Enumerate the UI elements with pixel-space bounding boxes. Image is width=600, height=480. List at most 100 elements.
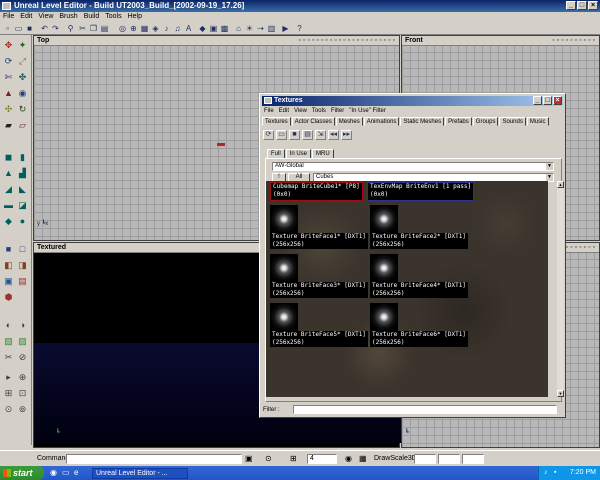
clock[interactable]: 7:20 PM [570,469,596,476]
tab-music[interactable]: Music [526,117,549,126]
brush-rotate-icon[interactable]: ⟳ [2,55,15,67]
menu-tools[interactable]: Tools [105,12,121,22]
minimize-button[interactable]: _ [533,96,542,105]
tab-groups[interactable]: Groups [472,117,499,126]
tab-static-meshes[interactable]: Static Meshes [400,117,445,126]
tb-menu-view[interactable]: View [294,107,307,115]
music-browser-icon[interactable]: ♫ [173,24,182,33]
drawscale-x-input[interactable] [414,454,436,464]
tb-menu-inuse-filter[interactable]: "In Use" Filter [349,107,386,115]
minimize-button[interactable]: _ [566,1,576,10]
cube-brush-icon[interactable]: ◼ [2,151,15,163]
menu-view[interactable]: View [38,12,53,22]
texture-thumbnail[interactable] [270,303,298,331]
search-icon[interactable]: ⚲ [66,24,75,33]
texture-thumbnail[interactable] [370,254,398,282]
task-item-unreal-editor[interactable]: Unreal Level Editor - ... [92,468,188,479]
add-mover-icon[interactable]: ▣ [2,275,15,287]
record-icon[interactable]: ◉ [345,454,352,463]
cone-brush-icon[interactable]: ▲ [2,167,15,179]
curved-stairs-icon[interactable]: ◢ [2,183,15,195]
static-mesh-icon[interactable]: ◆ [198,24,207,33]
save-package-icon[interactable]: ■ [289,130,300,140]
copy-icon[interactable]: ❐ [89,24,98,33]
matinee-icon[interactable]: ◉ [16,87,29,99]
brush-marker[interactable] [217,143,225,146]
build-geometry-icon[interactable]: ⌂ [234,24,243,33]
texture-thumbnail[interactable] [370,303,398,331]
tab-prefabs[interactable]: Prefabs [445,117,472,126]
brush-clip-icon[interactable]: ✄ [2,71,15,83]
texture-label[interactable]: Texture BriteFace4* [DXT1] (256x256) [370,282,468,298]
rotation-snap-icon[interactable]: ⊙ [2,403,15,415]
grid-size-select[interactable]: 4 [307,454,337,464]
intersect-icon[interactable]: ◧ [2,259,15,271]
tab-meshes[interactable]: Meshes [335,117,363,126]
chevron-down-icon[interactable]: ▼ [546,174,553,181]
texture-label[interactable]: Texture BriteFace1* [DXT1] (256x256) [270,233,368,249]
sound-browser-icon[interactable]: ♪ [162,24,171,33]
volumetric-brush-icon[interactable]: ◪ [16,199,29,211]
menu-build[interactable]: Build [84,12,100,22]
menu-edit[interactable]: Edit [20,12,32,22]
scroll-down-icon[interactable]: ▼ [557,390,564,397]
tab-actor-classes[interactable]: Actor Classes [291,117,335,126]
back-icon[interactable]: ◂◂ [328,130,339,140]
vertex-edit-icon[interactable]: ✦ [16,39,29,51]
tab-textures[interactable]: Textures [262,117,291,126]
tb-menu-file[interactable]: File [264,107,274,115]
texture-pan-icon[interactable]: ✣ [2,103,15,115]
chevron-down-icon[interactable]: ▼ [546,163,553,170]
spiral-stairs-icon[interactable]: ◣ [16,183,29,195]
group-icon[interactable]: ▩ [220,24,229,33]
command-input[interactable] [66,454,242,464]
polygon-icon[interactable]: ▰ [2,119,15,131]
snap-toggle-icon[interactable]: ⊞ [290,454,297,463]
hide-selected-icon[interactable]: ◐ [2,319,15,331]
browser-quicklaunch-icon[interactable]: e [74,468,78,477]
snap-icon[interactable]: ⊡ [16,387,29,399]
camera-speed-icon[interactable]: ▸ [2,371,15,383]
menu-file[interactable]: File [3,12,14,22]
show-all-icon[interactable]: ◑ [16,319,29,331]
open-map-icon[interactable]: ▭ [14,24,23,33]
grid-icon[interactable]: ⊞ [2,387,15,399]
speaker-icon[interactable]: ♪ [544,466,548,480]
properties-icon[interactable]: ▤ [302,130,313,140]
cut-icon[interactable]: ✂ [78,24,87,33]
drawscale-z-input[interactable] [462,454,484,464]
build-lighting-icon[interactable]: ☀ [245,24,254,33]
texture-label[interactable]: Texture BriteFace3* [DXT1] (256x256) [270,282,368,298]
filter-input[interactable] [293,405,557,414]
face-drag-icon[interactable]: ✤ [16,71,29,83]
viewport-mode-icons[interactable]: ▫▫▫▫▫▫▫▫▫▫ [552,36,597,46]
open-package-icon[interactable]: ▭ [276,130,287,140]
camera-icon[interactable]: ▦ [359,454,367,463]
tb-menu-tools[interactable]: Tools [312,107,326,115]
refresh-icon[interactable]: ⟳ [263,130,274,140]
grid-toggle-icon[interactable]: ▣ [245,454,253,463]
package-select[interactable]: AW-Global ▼ [272,162,554,171]
undo-icon[interactable]: ↶ [40,24,49,33]
build-paths-icon[interactable]: ⇢ [256,24,265,33]
add-special-icon[interactable]: ▤ [16,275,29,287]
import-icon[interactable]: ⇲ [315,130,326,140]
sheet-brush-icon[interactable]: ▬ [2,199,15,211]
mesh-browser-icon[interactable]: ◈ [151,24,160,33]
forward-icon[interactable]: ▸▸ [341,130,352,140]
texture-label[interactable]: Texture BriteFace6* [DXT1] (256x256) [370,331,468,347]
camera-mode-icon[interactable]: ◎ [118,24,127,33]
maximize-button[interactable]: □ [543,96,552,105]
camera-move-icon[interactable]: ✥ [2,39,15,51]
terrain-edit-icon[interactable]: ▲ [2,87,15,99]
select-inside-icon[interactable]: ▧ [2,335,15,347]
menu-help[interactable]: Help [128,12,142,22]
desktop-icon[interactable]: ▭ [62,468,70,477]
stairs-brush-icon[interactable]: ▟ [16,167,29,179]
close-button[interactable]: × [588,1,598,10]
network-icon[interactable]: ▪ [554,466,556,480]
add-volume-icon[interactable]: ⬢ [2,291,15,303]
help-icon[interactable]: ? [295,24,304,33]
deintersect-icon[interactable]: ◨ [16,259,29,271]
sphere-brush-icon[interactable]: ● [16,215,29,227]
